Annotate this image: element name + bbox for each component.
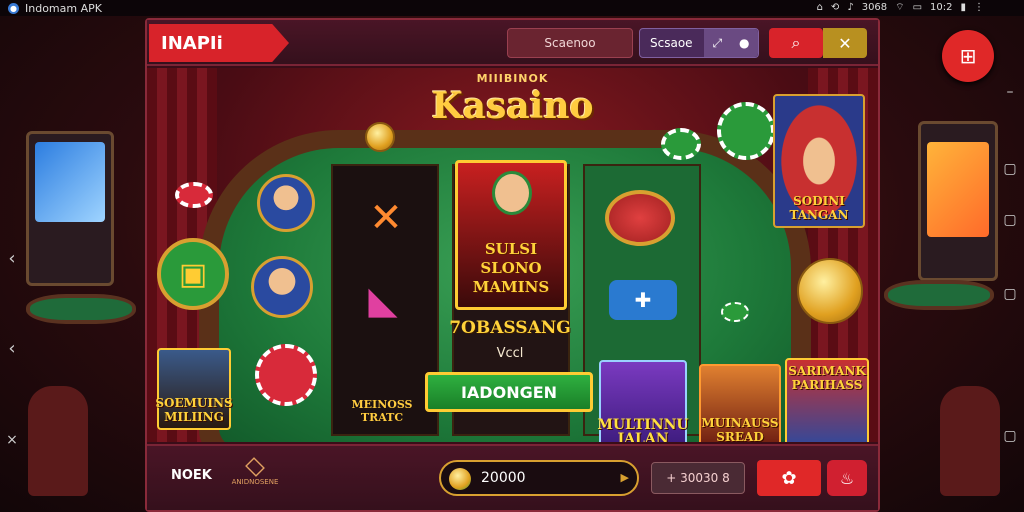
square-icon-4[interactable]: ▢ (1003, 428, 1016, 444)
close-icon: ✕ (838, 33, 852, 53)
wheel-game-card[interactable]: SODINI TANGAN (773, 94, 865, 228)
boot-symbol-icon: ◣ (368, 278, 398, 322)
app-icon: ● (8, 2, 19, 14)
wheel-card-line1: SODINI (793, 194, 845, 208)
mute-icon: ♪ (847, 2, 854, 13)
multinnu-line2: JALAN (617, 431, 669, 442)
search-field[interactable]: Scaenoo (507, 28, 633, 58)
table-right (884, 280, 994, 310)
prev-icon[interactable]: ‹ (8, 338, 15, 359)
player-avatar-2[interactable] (251, 256, 313, 318)
battery-level-icon: ▮ (960, 2, 966, 13)
game-panel: INAPIi Scaenoo Scsaoe ⤢ ● ⌕ ✕ MIIIBINOK … (145, 18, 880, 512)
promo-title: 7OBASSANG (449, 318, 571, 338)
menu-dots-icon: ⋮ (974, 2, 984, 13)
partner-logo: ANIDNOSENE (227, 457, 283, 486)
bottom-bar: NOEK ANIDNOSENE 20000 ▶ + 30030 8 ✿ ♨ (147, 444, 878, 510)
roulette-symbol-icon (605, 190, 675, 246)
spin-button[interactable]: ✿ (757, 460, 821, 496)
left-nav: ‹ ‹ × (0, 16, 24, 512)
reel-left-badge: MEINOSS TRATC (339, 398, 425, 424)
sync-icon: ⟲ (830, 2, 840, 13)
promo-subtitle: Vccl (496, 346, 524, 361)
star-icon: ✿ (781, 467, 797, 489)
game-tile-left[interactable]: SOEMUINS MILIING (155, 348, 233, 430)
tile-left-line1: SOEMUINS (155, 396, 233, 410)
top-bar: INAPIi Scaenoo Scsaoe ⤢ ● ⌕ ✕ (147, 20, 878, 66)
square-icon-2[interactable]: ▢ (1003, 212, 1016, 228)
account-label[interactable]: NOEK (171, 468, 212, 483)
partner-logo-text: ANIDNOSENE (231, 478, 279, 486)
balance-field[interactable]: 20000 ▶ (439, 460, 639, 496)
featured-game-card[interactable]: SULSI SLONO MAMINS (455, 160, 567, 310)
wheel-card-line2: TANGAN (789, 208, 849, 222)
close-x-icon[interactable]: × (6, 432, 18, 448)
mic-icon[interactable]: ● (739, 36, 749, 50)
battery-icon: ▭ (912, 2, 923, 13)
logo-subtitle: MIIIBINOK (476, 72, 549, 85)
play-button[interactable]: IADONGEN (425, 372, 593, 412)
square-icon[interactable]: ▢ (1003, 161, 1016, 177)
slot-machine-left (26, 131, 114, 286)
featured-character (492, 171, 532, 215)
diamond-logo-icon (245, 457, 265, 477)
sarimank-line1: SARIMANK (788, 364, 866, 378)
search-icon: ⌕ (791, 33, 801, 52)
right-nav: – ▢ ▢ ▢ ▢ (996, 16, 1024, 512)
game-stage: MIIIBINOK Kasaino ▣ SOEMUINS MILIING ✕ ◣ … (147, 68, 878, 442)
ticket-symbol-icon: ✚ (609, 280, 677, 320)
cross-symbol-icon: ✕ (369, 195, 403, 241)
bell-icon: ♨ (839, 468, 855, 488)
square-icon-3[interactable]: ▢ (1003, 286, 1016, 302)
back-icon[interactable]: ‹ (8, 248, 15, 269)
caret-right-icon: ▶ (620, 471, 629, 484)
game-tile-sarimank[interactable]: SARIMANK PARIHASS (785, 358, 869, 442)
status-bar: ● Indomam APK ⌂ ⟲ ♪ 3068 ⌔ ▭ 10:2 ▮ ⋮ (0, 0, 1024, 16)
bonus-coin-icon[interactable]: ▣ (157, 238, 229, 310)
app-title: Indomam APK (25, 1, 102, 15)
coin-icon-1 (365, 122, 395, 152)
floating-menu-button[interactable]: ⊞ (942, 30, 994, 82)
player-avatar-1[interactable] (257, 174, 315, 232)
brand-logo[interactable]: INAPIi (149, 24, 289, 62)
vibrate-icon: ⌂ (816, 2, 823, 13)
chair-left (28, 386, 88, 496)
table-left (26, 294, 136, 324)
muinauss-line1: MUINAUSS (701, 416, 779, 430)
time: 10:2 (930, 2, 953, 13)
select-icons: ⤢ ● (704, 29, 758, 57)
chip-icon-3 (661, 128, 701, 160)
chip-icon-2 (255, 344, 317, 406)
game-tile-muinauss[interactable]: MUINAUSS SREAD (699, 364, 781, 442)
notifications-button[interactable]: ♨ (827, 460, 867, 496)
chip-icon-1 (175, 182, 213, 208)
category-select-label: Scsaoe (650, 36, 693, 50)
fullscreen-icon[interactable]: ⤢ (712, 36, 722, 51)
reel-badge-line1: MEINOSS (351, 398, 413, 411)
reel-badge-line2: TRATC (360, 411, 404, 424)
wifi-icon: ⌔ (895, 2, 905, 13)
close-button[interactable]: ✕ (823, 28, 867, 58)
game-tile-multinnu[interactable]: MULTINNU JALAN (597, 360, 689, 442)
chip-icon-4 (717, 102, 775, 160)
featured-line-3: MAMINS (472, 278, 550, 296)
featured-line-2: SLONO (480, 259, 542, 277)
chair-right (940, 386, 1000, 496)
muinauss-line2: SREAD (716, 430, 764, 442)
search-button[interactable]: ⌕ (769, 28, 823, 58)
bet-amount[interactable]: + 30030 8 (651, 462, 745, 494)
sarimank-line2: PARIHASS (791, 378, 863, 392)
category-select[interactable]: Scsaoe ⤢ ● (639, 28, 759, 58)
gold-coin-icon (797, 258, 863, 324)
featured-line-1: SULSI (484, 240, 538, 258)
balance-value: 20000 (481, 470, 526, 486)
chip-stack-icon (721, 302, 749, 322)
signal-readout: 3068 (861, 2, 888, 13)
minimize-icon[interactable]: – (1007, 84, 1014, 100)
slot-machine-right (918, 121, 998, 281)
window-icon: ⊞ (959, 44, 977, 68)
tile-left-line2: MILIING (164, 410, 224, 424)
coin-icon (449, 468, 471, 490)
